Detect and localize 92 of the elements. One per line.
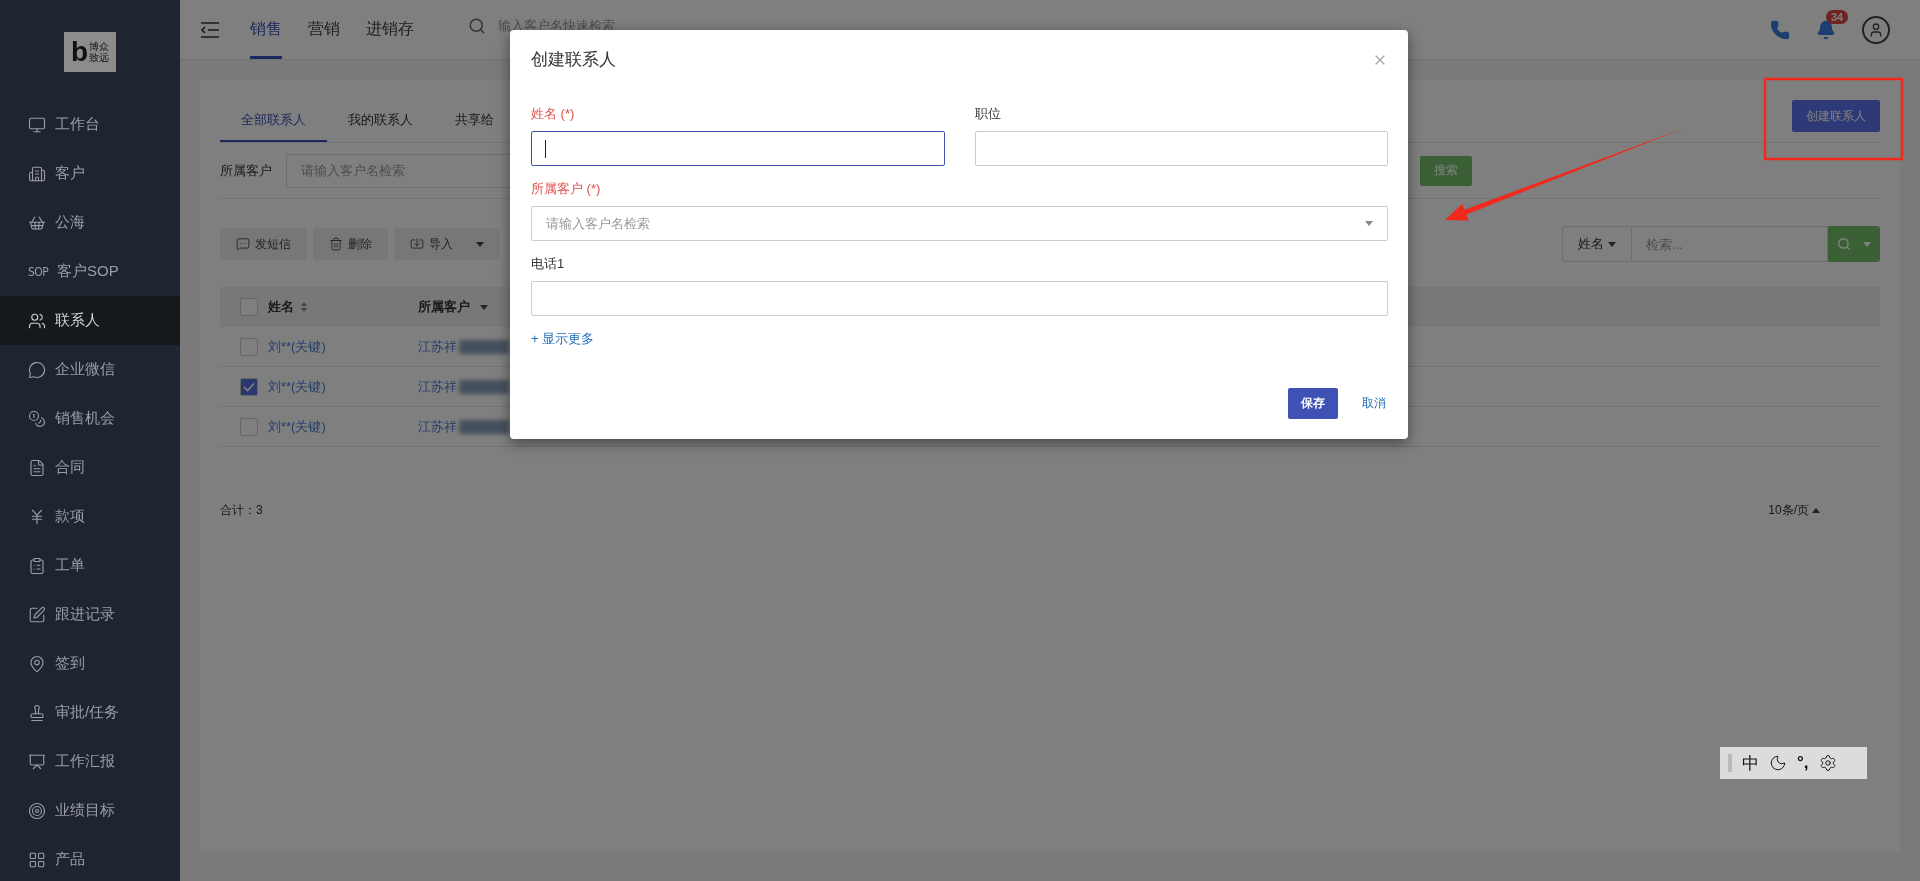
select-field[interactable]: 请输入客户名检索 — [531, 206, 1388, 241]
nav-tab[interactable]: 营销 — [308, 0, 340, 59]
sidebar-item[interactable]: SOP 客户SOP — [0, 247, 180, 296]
show-more-link[interactable]: + 显示更多 — [531, 330, 595, 348]
search-icon — [1837, 237, 1851, 251]
sidebar-item[interactable]: 联系人 — [0, 296, 180, 345]
check-icon — [243, 381, 255, 392]
sidebar-item[interactable]: 工作台 — [0, 100, 180, 149]
basket-icon — [28, 213, 46, 232]
column-header[interactable]: 姓名 — [268, 298, 418, 316]
sort-icon[interactable] — [300, 302, 308, 312]
page-size-select[interactable]: 10条/页 — [1768, 502, 1820, 519]
sidebar-item[interactable]: 客户 — [0, 149, 180, 198]
chat-bubble-icon — [28, 360, 46, 379]
text-field[interactable] — [531, 131, 945, 166]
sidebar-item[interactable]: 产品 — [0, 835, 180, 881]
field-label: 所属客户 (*) — [531, 180, 602, 198]
document-icon — [28, 458, 46, 477]
checkbox[interactable] — [240, 377, 258, 396]
trash-icon — [329, 237, 343, 251]
caret-icon — [1365, 221, 1373, 226]
sidebar-item[interactable]: 工单 — [0, 541, 180, 590]
sidebar-item[interactable]: 合同 — [0, 443, 180, 492]
clipboard-icon — [28, 556, 46, 575]
presentation-icon — [28, 752, 46, 771]
sidebar-item[interactable]: 款项 — [0, 492, 180, 541]
create-contact-button[interactable]: 创建联系人 — [1792, 100, 1880, 132]
save-button[interactable]: 保存 — [1288, 388, 1338, 419]
search-icon — [468, 16, 486, 35]
sidebar-item[interactable]: 公海 — [0, 198, 180, 247]
filter-label: 所属客户 — [220, 161, 272, 180]
logo-text: 博众致远 — [89, 41, 110, 63]
caret-icon — [1812, 508, 1820, 513]
field-label: 姓名 (*) — [531, 105, 576, 123]
customer-link[interactable]: 江苏祥 — [418, 337, 457, 356]
stamp-icon — [28, 703, 46, 722]
toolbar-button[interactable]: 导入 — [394, 228, 500, 260]
sidebar-item[interactable]: 企业微信 — [0, 345, 180, 394]
checkbox[interactable] — [240, 337, 258, 356]
sidebar-item[interactable]: 工作汇报 — [0, 737, 180, 786]
collapse-menu-icon[interactable] — [200, 21, 220, 38]
search-button[interactable] — [1828, 226, 1880, 262]
column-header[interactable]: 所属客户 — [418, 298, 568, 316]
moon-icon[interactable] — [1769, 754, 1787, 772]
logo-mark: b — [70, 38, 89, 66]
sidebar-item[interactable]: 销售机会 — [0, 394, 180, 443]
caret-icon — [1863, 241, 1871, 247]
monitor-icon — [28, 115, 46, 134]
punctuation-label[interactable]: °, — [1797, 753, 1809, 773]
contact-name-link[interactable]: 刘**(关键) — [268, 377, 418, 396]
field-label: 职位 — [974, 105, 1002, 123]
contacts-tab[interactable]: 全部联系人 — [220, 99, 327, 142]
dialog-title: 创建联系人 — [531, 49, 616, 71]
sidebar-item[interactable]: 签到 — [0, 639, 180, 688]
coins-icon — [28, 409, 46, 428]
settings-icon[interactable] — [1818, 754, 1837, 772]
notification-badge: 34 — [1826, 9, 1849, 24]
ime-mode-label[interactable]: 中 — [1742, 751, 1759, 775]
field-label: 电话1 — [531, 255, 566, 273]
grid-icon — [28, 850, 46, 869]
text-cursor — [545, 140, 546, 158]
grip-icon — [1728, 754, 1732, 772]
cancel-link[interactable]: 取消 — [1362, 395, 1386, 412]
sidebar-item[interactable]: 跟进记录 — [0, 590, 180, 639]
toolbar-button[interactable]: 发短信 — [220, 228, 307, 260]
sop-icon: SOP — [28, 264, 48, 279]
phone-icon[interactable] — [1770, 19, 1790, 40]
customer-link[interactable]: 江苏祥 — [418, 417, 457, 436]
sidebar-item[interactable]: 业绩目标 — [0, 786, 180, 835]
checkbox[interactable] — [240, 417, 258, 436]
nav-tab[interactable]: 进销存 — [366, 0, 414, 59]
customer-link[interactable]: 江苏祥 — [418, 377, 457, 396]
avatar[interactable] — [1862, 15, 1890, 44]
contacts-tab[interactable]: 我的联系人 — [327, 99, 434, 142]
contact-name-link[interactable]: 刘**(关键) — [268, 417, 418, 436]
pen-icon — [28, 605, 46, 624]
user-icon — [1868, 21, 1884, 38]
message-icon — [236, 237, 250, 251]
caret-icon — [1608, 241, 1616, 247]
import-icon — [410, 237, 424, 251]
contact-name-link[interactable]: 刘**(关键) — [268, 337, 418, 356]
bell-icon[interactable] — [1816, 19, 1836, 40]
target-icon — [28, 801, 46, 820]
building-icon — [28, 164, 46, 183]
sidebar-item[interactable]: 审批/任务 — [0, 688, 180, 737]
users-icon — [28, 311, 46, 330]
nav-tab[interactable]: 销售 — [250, 0, 282, 59]
toolbar-button[interactable]: 删除 — [313, 228, 388, 260]
caret-icon[interactable] — [480, 304, 488, 310]
total-count: 合计：3 — [220, 502, 263, 519]
checkbox[interactable] — [240, 298, 258, 316]
map-pin-icon — [28, 654, 46, 673]
